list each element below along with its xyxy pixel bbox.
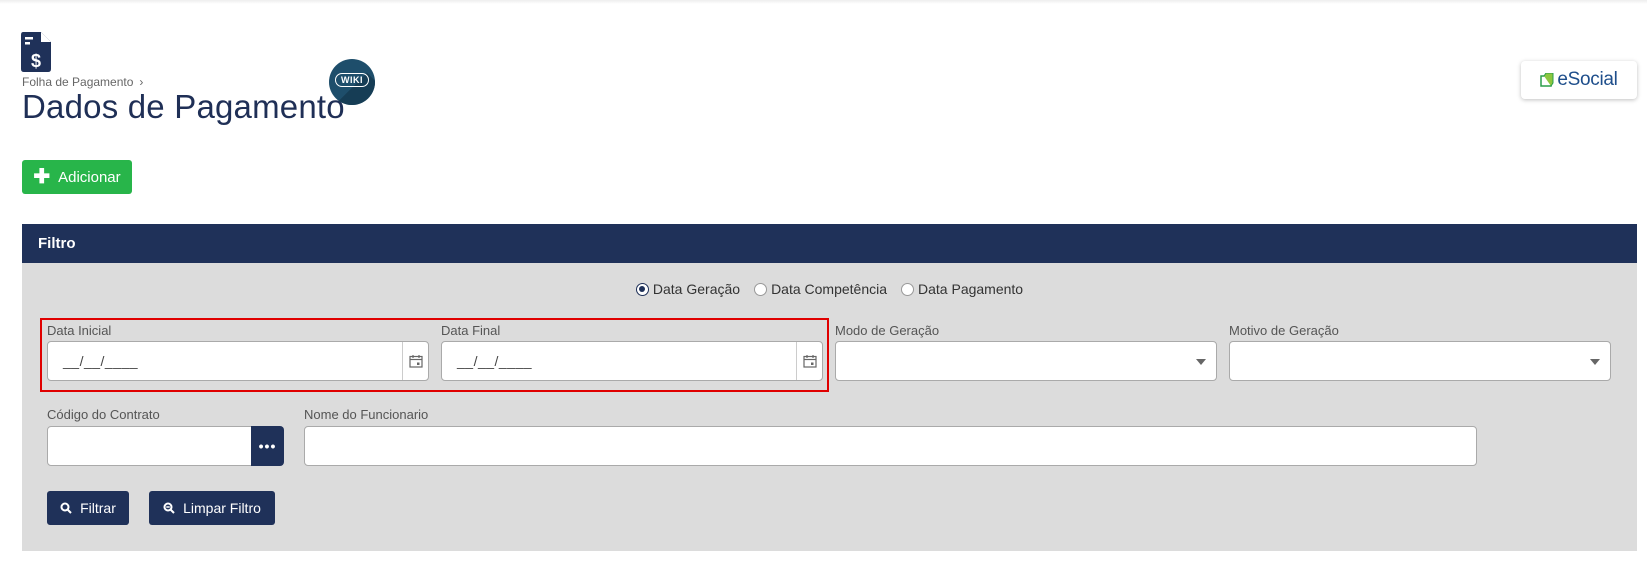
esocial-logo-icon bbox=[1540, 73, 1554, 87]
filter-title: Filtro bbox=[38, 235, 76, 252]
modo-geracao-select[interactable] bbox=[835, 341, 1217, 381]
limpar-filtro-label: Limpar Filtro bbox=[183, 500, 261, 516]
svg-text:$: $ bbox=[31, 51, 41, 71]
breadcrumb: Folha de Pagamento › bbox=[22, 75, 143, 89]
zoom-out-icon bbox=[163, 502, 175, 514]
modo-geracao-label: Modo de Geração bbox=[835, 323, 940, 338]
filter-header: Filtro bbox=[22, 224, 1637, 263]
payroll-document-icon: $ bbox=[21, 32, 51, 72]
radio-checked-icon[interactable] bbox=[635, 282, 649, 296]
breadcrumb-folha[interactable]: Folha de Pagamento bbox=[22, 75, 133, 89]
esocial-label: eSocial bbox=[1557, 69, 1618, 90]
filtrar-button[interactable]: Filtrar bbox=[47, 491, 129, 525]
esocial-button[interactable]: eSocial bbox=[1521, 61, 1637, 99]
radio-unchecked-icon[interactable] bbox=[901, 282, 915, 296]
nome-funcionario-label: Nome do Funcionario bbox=[304, 407, 429, 422]
filtrar-label: Filtrar bbox=[80, 500, 116, 516]
contract-lookup-button[interactable]: ••• bbox=[251, 426, 284, 466]
wiki-button[interactable]: WIKI bbox=[329, 59, 375, 105]
date-range-highlight bbox=[40, 318, 829, 392]
radio-label: Data Competência bbox=[771, 281, 888, 297]
plus-icon: ✚ bbox=[33, 166, 51, 188]
radio-data-pagamento[interactable]: Data Pagamento bbox=[901, 281, 1023, 297]
search-icon bbox=[60, 502, 72, 514]
radio-data-geracao[interactable]: Data Geração bbox=[635, 281, 741, 297]
radio-label: Data Pagamento bbox=[918, 281, 1024, 297]
radio-unchecked-icon[interactable] bbox=[754, 282, 768, 296]
nome-funcionario-input[interactable] bbox=[304, 426, 1477, 466]
codigo-contrato-label: Código do Contrato bbox=[47, 407, 160, 422]
wiki-label: WIKI bbox=[335, 73, 369, 87]
add-button-label: Adicionar bbox=[58, 168, 121, 186]
codigo-contrato-input[interactable] bbox=[47, 426, 252, 466]
radio-label: Data Geração bbox=[652, 281, 741, 297]
radio-data-competencia[interactable]: Data Competência bbox=[754, 281, 887, 297]
date-type-radio-group: Data Geração Data Competência Data Pagam… bbox=[22, 281, 1637, 297]
top-bar bbox=[0, 0, 1647, 4]
dropdown-arrow-icon bbox=[1590, 359, 1600, 365]
page-title: Dados de Pagamento bbox=[22, 88, 345, 125]
motivo-geracao-label: Motivo de Geração bbox=[1229, 323, 1339, 338]
motivo-geracao-select[interactable] bbox=[1229, 341, 1611, 381]
add-button[interactable]: ✚ Adicionar bbox=[22, 160, 132, 194]
limpar-filtro-button[interactable]: Limpar Filtro bbox=[149, 491, 275, 525]
dropdown-arrow-icon bbox=[1196, 359, 1206, 365]
breadcrumb-separator: › bbox=[139, 75, 144, 89]
